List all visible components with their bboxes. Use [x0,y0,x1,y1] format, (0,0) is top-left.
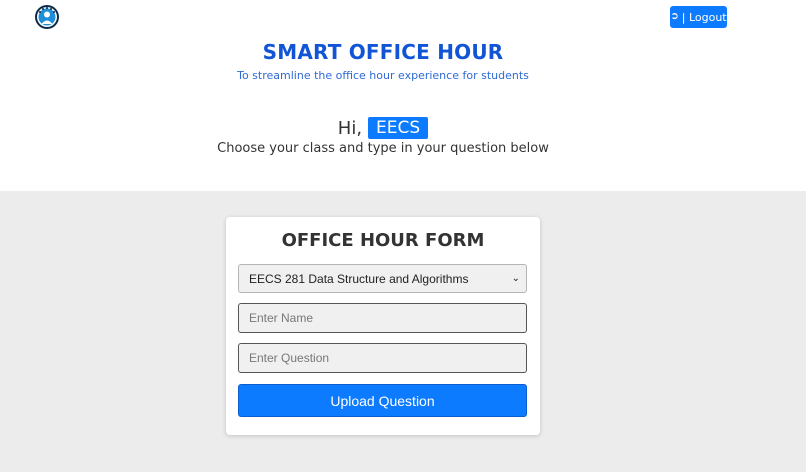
question-placeholder: Enter Question [249,351,330,365]
upload-question-label: Upload Question [330,392,435,409]
greeting-prefix: Hi, [337,117,363,139]
user-name-badge: EECS [368,117,429,139]
question-input[interactable]: Enter Question [238,343,527,373]
chevron-down-icon: ⌄ [511,273,520,284]
speedometer-person-icon[interactable] [34,4,60,30]
hero-section: ➲ | Logout SMART OFFICE HOUR To streamli… [0,0,806,191]
logout-label: | Logout [681,10,727,24]
sign-out-icon: ➲ [670,11,679,22]
page-subtitle: To streamline the office hour experience… [237,69,529,82]
class-select-value: EECS 281 Data Structure and Algorithms [249,271,469,286]
office-hour-form: OFFICE HOUR FORM EECS 281 Data Structure… [226,217,540,435]
greeting: Hi, EECS [0,117,766,139]
class-select[interactable]: EECS 281 Data Structure and Algorithms ⌄ [238,264,527,293]
logout-button[interactable]: ➲ | Logout [670,6,727,28]
name-placeholder: Enter Name [249,311,314,325]
instruction-text: Choose your class and type in your quest… [217,141,549,156]
name-input[interactable]: Enter Name [238,303,527,333]
page-title: SMART OFFICE HOUR [262,40,504,64]
form-title: OFFICE HOUR FORM [281,230,485,251]
upload-question-button[interactable]: Upload Question [238,384,527,417]
